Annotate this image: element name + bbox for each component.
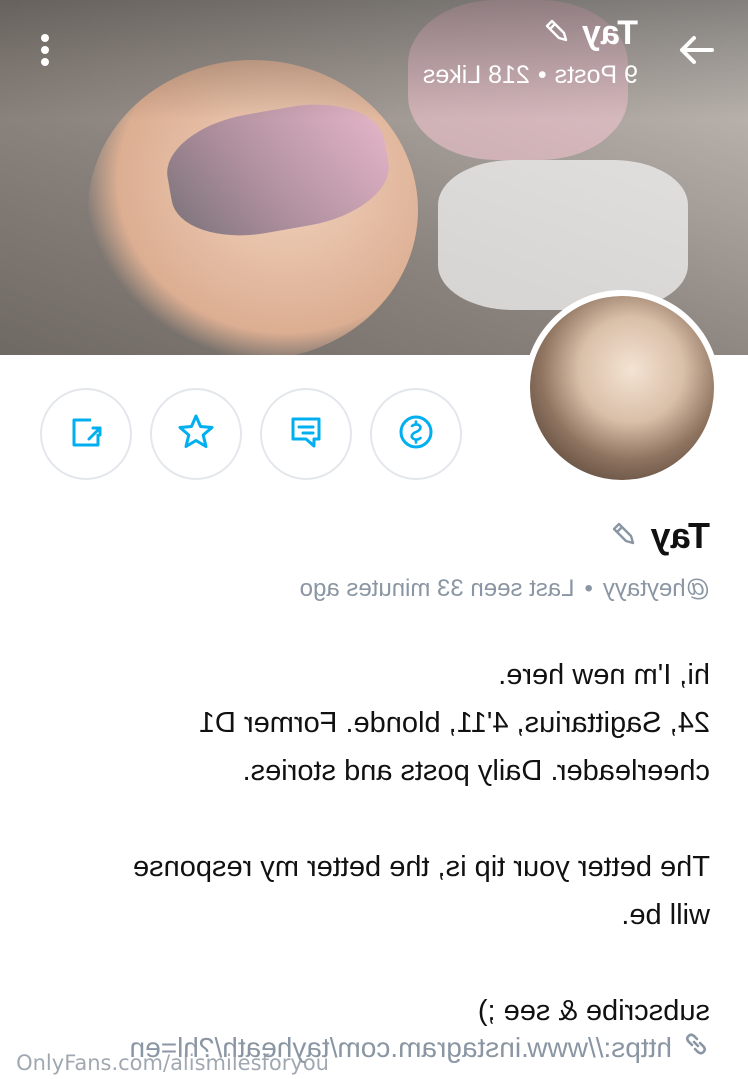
bio-line: 24, Sagittarius, 4'11, blonde. Former D1 [198, 707, 710, 739]
star-icon [175, 411, 217, 458]
header-stats: 9 Posts • 218 Likes [298, 61, 638, 90]
link-icon [682, 1030, 710, 1065]
stats-separator: • [537, 61, 547, 89]
profile-actions [40, 388, 462, 480]
tip-button[interactable] [370, 388, 462, 480]
favorite-button[interactable] [150, 388, 242, 480]
bio-line: subscribe & see ;) [477, 995, 710, 1027]
profile-screen: Tay 9 Posts • 218 Likes Tay @heytayy • L… [0, 0, 748, 1079]
avatar[interactable] [524, 290, 720, 486]
arrow-right-icon[interactable] [674, 28, 718, 72]
profile-bio: hi, I'm new here. 24, Sagittarius, 4'11,… [30, 651, 710, 1035]
last-seen: Last seen 33 minutes ago [299, 575, 575, 602]
share-icon [66, 412, 106, 457]
bio-line: cheerleader. Daily posts and stories. [242, 755, 710, 787]
bio-line: will be. [621, 899, 710, 931]
header-title-block: Tay 9 Posts • 218 Likes [298, 14, 638, 90]
avatar-photo [530, 296, 714, 480]
share-button[interactable] [40, 388, 132, 480]
header-title: Tay [581, 14, 638, 52]
more-vertical-icon[interactable] [30, 30, 60, 70]
bio-line: The better your tip is, the better my re… [132, 851, 710, 883]
message-button[interactable] [260, 388, 352, 480]
posts-count: 9 Posts [554, 61, 638, 89]
dollar-icon [396, 412, 436, 457]
likes-count: 218 Likes [422, 61, 530, 89]
profile-handle[interactable]: @heytayy [603, 575, 710, 603]
profile-name: Tay [650, 515, 710, 556]
meta-separator: • [584, 575, 593, 602]
profile-meta: @heytayy • Last seen 33 minutes ago [30, 575, 710, 603]
pencil-icon [609, 519, 639, 554]
watermark: OnlyFans.com/alismilesforyou [16, 1051, 329, 1075]
message-icon [286, 412, 326, 457]
bio-line: hi, I'm new here. [498, 659, 710, 691]
profile-info: Tay @heytayy • Last seen 33 minutes ago … [30, 515, 710, 1035]
pencil-icon [542, 16, 572, 51]
top-bar: Tay 9 Posts • 218 Likes [0, 0, 748, 110]
